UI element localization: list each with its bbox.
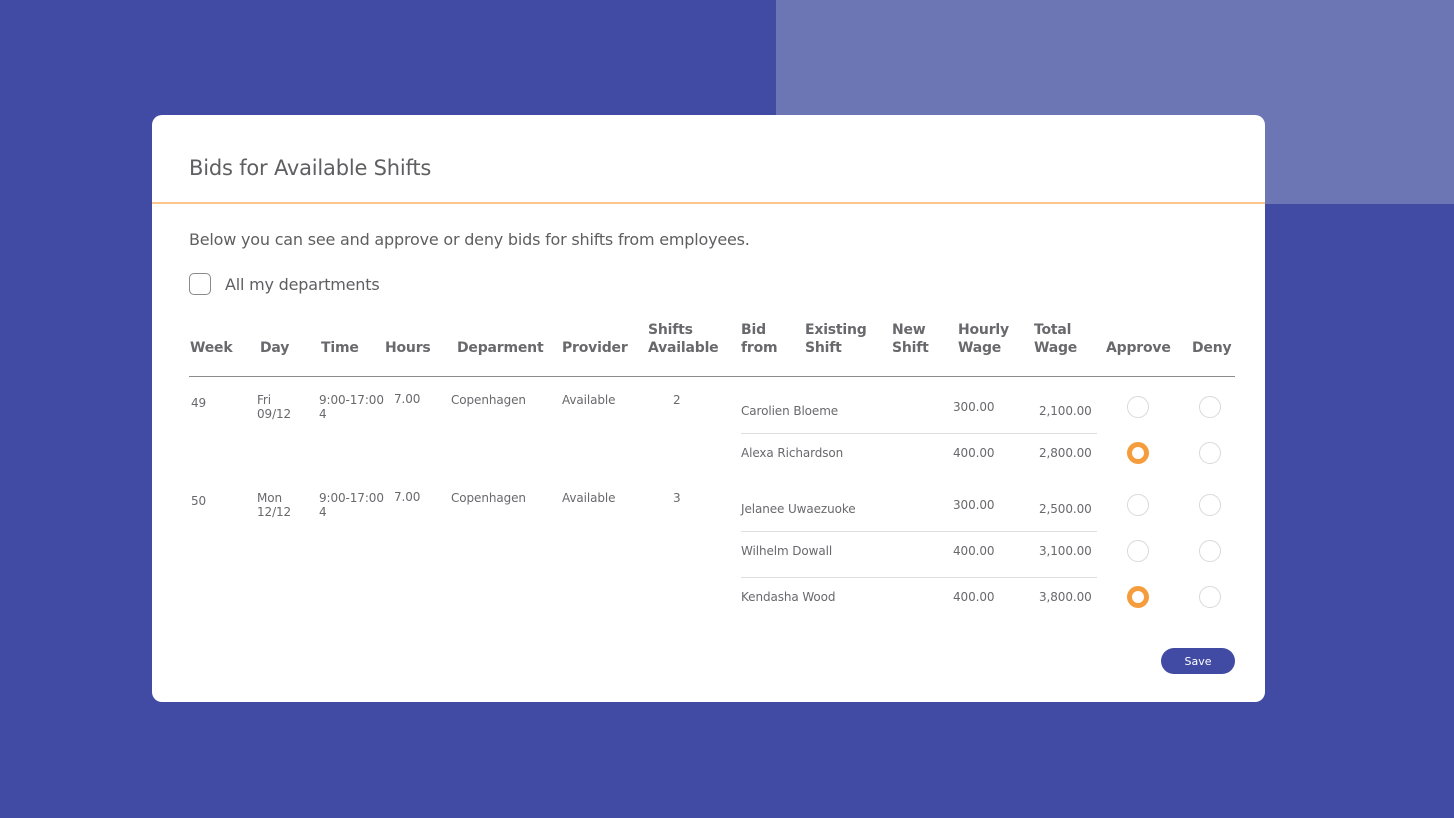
cell-department: Copenhagen bbox=[451, 491, 526, 505]
cell-time-line1: 9:00-17:00 bbox=[319, 491, 384, 505]
bids-card: Bids for Available Shifts Below you can … bbox=[152, 115, 1265, 702]
header-total-wage: Total Wage bbox=[1034, 321, 1077, 357]
save-button[interactable]: Save bbox=[1161, 648, 1235, 674]
header-shifts-available-line1: Shifts bbox=[648, 322, 693, 338]
bid-total-wage: 3,100.00 bbox=[1039, 544, 1092, 558]
bid-divider bbox=[741, 577, 1097, 578]
cell-provider: Available bbox=[562, 491, 616, 505]
header-hourly-wage: Hourly Wage bbox=[958, 321, 1009, 357]
cell-day: Fri 09/12 bbox=[257, 393, 291, 421]
cell-day-name: Mon bbox=[257, 491, 283, 505]
bid-hourly-wage: 400.00 bbox=[953, 446, 995, 460]
cell-department: Copenhagen bbox=[451, 393, 526, 407]
header-provider: Provider bbox=[562, 340, 628, 356]
bid-total-wage: 2,800.00 bbox=[1039, 446, 1092, 460]
header-bid-from: Bid from bbox=[741, 321, 778, 357]
all-departments-toggle[interactable]: All my departments bbox=[189, 273, 380, 295]
cell-day-name: Fri bbox=[257, 393, 271, 407]
cell-time-line2: 4 bbox=[319, 505, 327, 519]
deny-radio[interactable] bbox=[1199, 586, 1221, 608]
approve-radio[interactable] bbox=[1127, 494, 1149, 516]
deny-radio[interactable] bbox=[1199, 442, 1221, 464]
bid-total-wage: 3,800.00 bbox=[1039, 590, 1092, 604]
bid-divider bbox=[741, 531, 1097, 532]
all-departments-checkbox[interactable] bbox=[189, 273, 211, 295]
header-week: Week bbox=[190, 340, 233, 356]
bid-from: Carolien Bloeme bbox=[741, 404, 839, 418]
cell-hours: 7.00 bbox=[394, 490, 421, 504]
header-shifts-available: Shifts Available bbox=[648, 321, 719, 357]
header-approve: Approve bbox=[1106, 340, 1171, 356]
header-day: Day bbox=[260, 340, 290, 356]
header-hourly-wage-line2: Wage bbox=[958, 340, 1002, 356]
cell-hours: 7.00 bbox=[394, 392, 421, 406]
header-bid-from-line1: Bid bbox=[741, 322, 766, 338]
header-deny: Deny bbox=[1192, 340, 1232, 356]
cell-time-line2: 4 bbox=[319, 407, 327, 421]
header-existing-shift: Existing Shift bbox=[805, 321, 867, 357]
cell-day-date: 09/12 bbox=[257, 407, 292, 421]
bid-divider bbox=[741, 433, 1097, 434]
bid-total-wage: 2,500.00 bbox=[1039, 502, 1092, 516]
cell-shifts-available: 3 bbox=[673, 491, 681, 505]
bid-from: Alexa Richardson bbox=[741, 446, 844, 460]
bid-from: Jelanee Uwaezuoke bbox=[741, 502, 856, 516]
deny-radio[interactable] bbox=[1199, 396, 1221, 418]
header-hourly-wage-line1: Hourly bbox=[958, 322, 1009, 338]
cell-week: 49 bbox=[191, 396, 207, 410]
page-title: Bids for Available Shifts bbox=[189, 156, 432, 180]
header-existing-shift-line2: Shift bbox=[805, 340, 842, 356]
header-new-shift-line1: New bbox=[892, 322, 926, 338]
cell-day: Mon 12/12 bbox=[257, 491, 291, 519]
approve-radio[interactable] bbox=[1127, 540, 1149, 562]
card-header: Bids for Available Shifts bbox=[152, 115, 1265, 204]
cell-week: 50 bbox=[191, 494, 207, 508]
approve-radio[interactable] bbox=[1127, 442, 1149, 464]
deny-radio[interactable] bbox=[1199, 494, 1221, 516]
bid-hourly-wage: 400.00 bbox=[953, 590, 995, 604]
cell-time: 9:00-17:00 4 bbox=[319, 491, 384, 519]
header-department: Deparment bbox=[457, 340, 544, 356]
header-total-wage-line1: Total bbox=[1034, 322, 1072, 338]
approve-radio[interactable] bbox=[1127, 586, 1149, 608]
intro-text: Below you can see and approve or deny bi… bbox=[189, 230, 750, 249]
deny-radio[interactable] bbox=[1199, 540, 1221, 562]
bid-from: Kendasha Wood bbox=[741, 590, 836, 604]
cell-time-line1: 9:00-17:00 bbox=[319, 393, 384, 407]
header-time: Time bbox=[321, 340, 359, 356]
header-divider bbox=[189, 376, 1235, 377]
cell-provider: Available bbox=[562, 393, 616, 407]
cell-day-date: 12/12 bbox=[257, 505, 292, 519]
bid-from: Wilhelm Dowall bbox=[741, 544, 833, 558]
bid-total-wage: 2,100.00 bbox=[1039, 404, 1092, 418]
cell-shifts-available: 2 bbox=[673, 393, 681, 407]
header-bid-from-line2: from bbox=[741, 340, 778, 356]
header-existing-shift-line1: Existing bbox=[805, 322, 867, 338]
header-total-wage-line2: Wage bbox=[1034, 340, 1078, 356]
header-new-shift: New Shift bbox=[892, 321, 929, 357]
approve-radio[interactable] bbox=[1127, 396, 1149, 418]
bid-hourly-wage: 300.00 bbox=[953, 498, 995, 512]
cell-time: 9:00-17:00 4 bbox=[319, 393, 384, 421]
header-new-shift-line2: Shift bbox=[892, 340, 929, 356]
bid-hourly-wage: 300.00 bbox=[953, 400, 995, 414]
all-departments-label: All my departments bbox=[225, 274, 380, 294]
bid-hourly-wage: 400.00 bbox=[953, 544, 995, 558]
header-hours: Hours bbox=[385, 340, 431, 356]
header-shifts-available-line2: Available bbox=[648, 340, 719, 356]
